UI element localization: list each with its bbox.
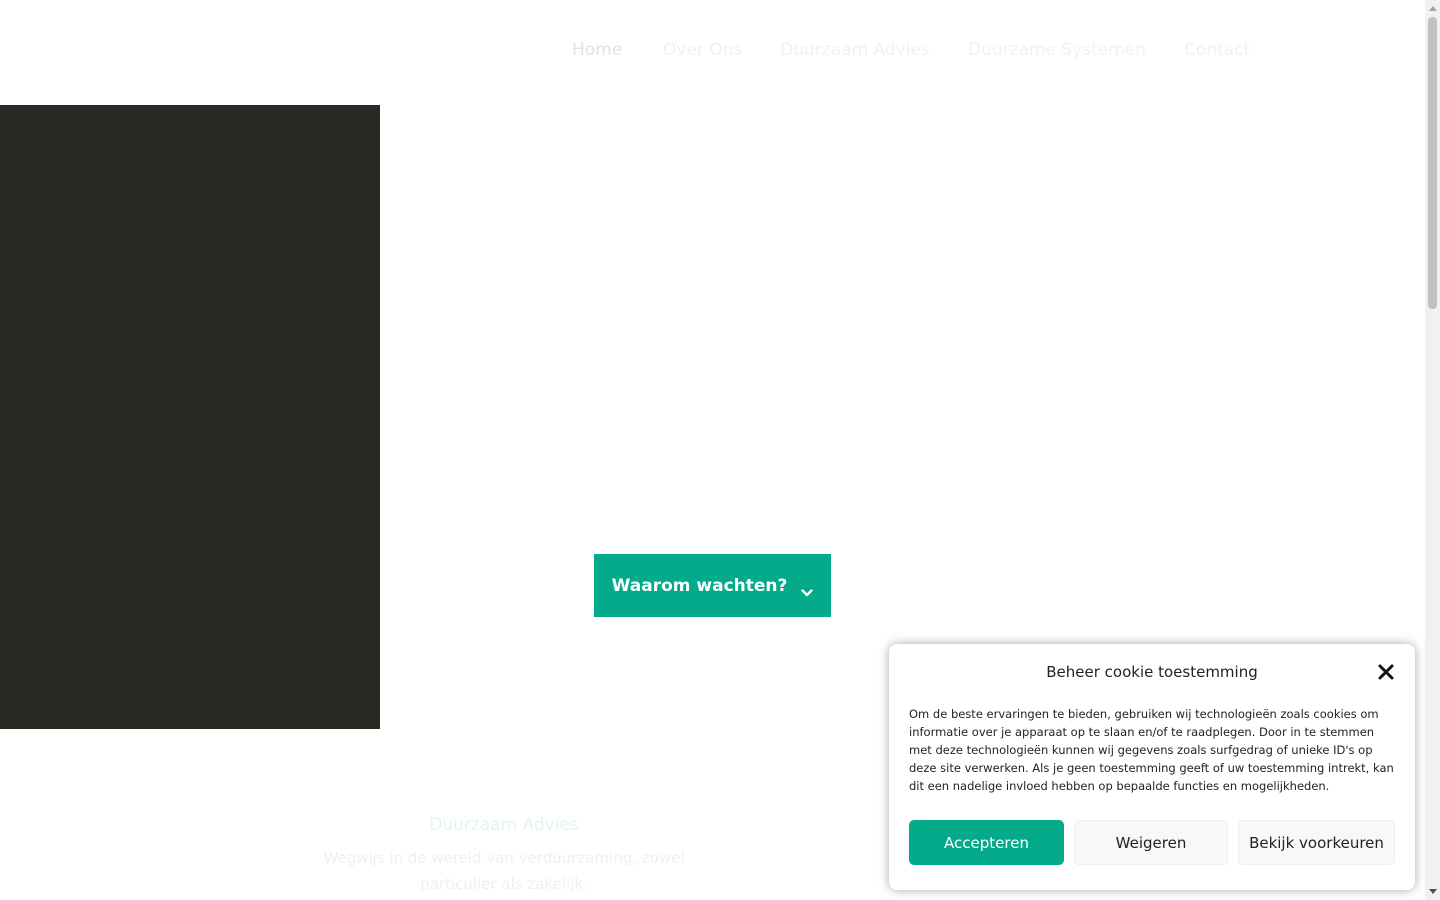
accept-button[interactable]: Accepteren bbox=[909, 820, 1064, 865]
section-title: Duurzaam Advies bbox=[429, 815, 579, 835]
main-nav: Home Over Ons Duurzaam Advies Duurzame S… bbox=[0, 0, 1425, 105]
cookie-text: Om de beste ervaringen te bieden, gebrui… bbox=[909, 707, 1394, 793]
scroll-up-arrow-icon[interactable] bbox=[1425, 0, 1440, 17]
scroll-thumb[interactable] bbox=[1428, 17, 1437, 309]
cta-waarom-wachten-button[interactable]: Waarom wachten? bbox=[594, 554, 831, 617]
nav-home[interactable]: Home bbox=[572, 40, 622, 60]
close-icon[interactable] bbox=[1377, 663, 1395, 681]
section-text: Wegwijs in de wereld van verduurzaming, … bbox=[323, 849, 685, 893]
hero-dark-panel bbox=[0, 105, 380, 729]
cta-label: Waarom wachten? bbox=[611, 575, 788, 596]
nav-duurzaam-advies[interactable]: Duurzaam Advies bbox=[780, 40, 930, 60]
view-preferences-button[interactable]: Bekijk voorkeuren bbox=[1238, 820, 1395, 865]
cookie-title: Beheer cookie toestemming bbox=[1046, 663, 1258, 681]
cookie-consent-dialog: Beheer cookie toestemming Om de beste er… bbox=[889, 644, 1415, 890]
deny-button[interactable]: Weigeren bbox=[1074, 820, 1228, 865]
nav-over-ons[interactable]: Over Ons bbox=[663, 40, 742, 60]
nav-duurzame-systemen[interactable]: Duurzame Systemen bbox=[968, 40, 1146, 60]
scroll-down-arrow-icon[interactable] bbox=[1425, 883, 1440, 900]
nav-contact[interactable]: Contact bbox=[1184, 40, 1250, 60]
page-scrollbar[interactable] bbox=[1425, 0, 1440, 900]
chevron-down-icon bbox=[801, 582, 814, 596]
